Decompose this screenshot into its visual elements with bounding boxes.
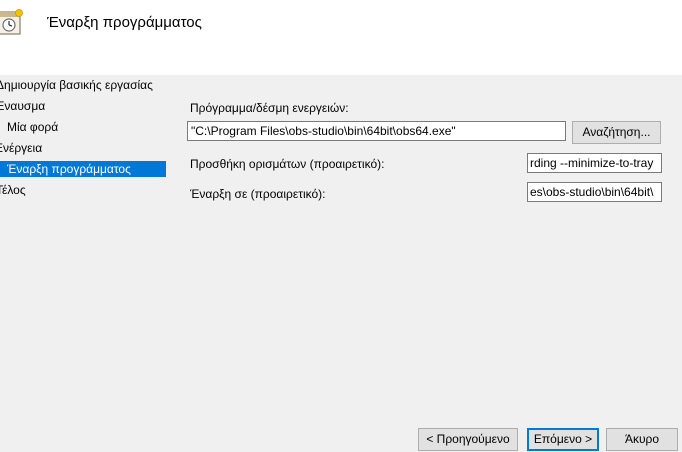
nav-step-trigger[interactable]: Έναυσμα	[0, 98, 45, 114]
wizard-header: Έναρξη προγράμματος	[0, 0, 682, 75]
program-script-input[interactable]: "C:\Program Files\obs-studio\bin\64bit\o…	[187, 121, 566, 141]
nav-step-one-time[interactable]: Μία φορά	[7, 119, 58, 135]
cancel-button[interactable]: Άκυρο	[606, 428, 678, 451]
page-title: Έναρξη προγράμματος	[47, 14, 202, 31]
start-in-label: Έναρξη σε (προαιρετικό):	[190, 187, 326, 201]
back-button[interactable]: < Προηγούμενο	[418, 428, 518, 451]
nav-step-finish[interactable]: Τέλος	[0, 182, 26, 198]
start-in-input[interactable]: es\obs-studio\bin\64bit\	[527, 182, 662, 202]
add-arguments-input[interactable]: rding --minimize-to-tray	[527, 153, 662, 173]
add-arguments-label: Προσθήκη ορισμάτων (προαιρετικό):	[190, 157, 385, 171]
program-script-label: Πρόγραμμα/δέσμη ενεργειών:	[190, 101, 349, 115]
nav-step-create-basic-task[interactable]: Δημιουργία βασικής εργασίας	[0, 77, 153, 93]
task-scheduler-icon	[0, 9, 23, 35]
nav-step-start-program[interactable]: Έναρξη προγράμματος	[0, 161, 166, 177]
nav-step-action[interactable]: Ενέργεια	[0, 140, 42, 156]
browse-button[interactable]: Αναζήτηση...	[572, 121, 661, 144]
next-button[interactable]: Επόμενο >	[527, 428, 599, 451]
